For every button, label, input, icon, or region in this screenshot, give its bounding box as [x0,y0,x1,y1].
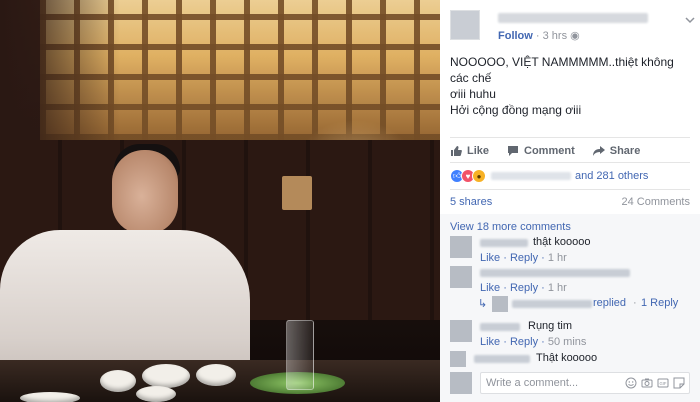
wall-switch [282,176,312,210]
avatar[interactable] [450,351,466,367]
reply-summary[interactable]: ↳ replied · 1 Reply [450,296,690,314]
camera-icon[interactable] [641,377,653,389]
post-photo[interactable] [0,0,440,402]
comment-like-link[interactable]: Like [480,252,500,264]
comment-button[interactable]: Comment [507,144,575,158]
comment-time[interactable]: 50 mins [548,336,587,348]
comment-icon [508,146,519,156]
dish [136,386,176,402]
replier-name-blurred[interactable] [512,300,592,308]
view-more-comments[interactable]: View 18 more comments [450,221,571,233]
comment-item: Rụng tim Like · Reply · 50 mins [450,320,690,350]
comments-section: View 18 more comments thật kooooo Like ·… [440,214,700,402]
commenter-name-blurred[interactable] [480,269,630,277]
comment-input[interactable]: Write a comment... GIF [480,372,690,394]
comment-item: thật kooooo Like · Reply · 1 hr [450,236,690,266]
share-button[interactable]: Share [592,144,641,158]
action-bar: Like Comment Share [450,144,690,158]
head [112,150,178,234]
replied-label[interactable]: replied [593,297,626,309]
comment-time[interactable]: 1 hr [548,252,567,264]
dish [142,364,190,388]
reactor-names-blurred[interactable] [491,172,571,180]
svg-text:GIF: GIF [660,381,667,386]
reaction-icons: 👍︎ ♥ ● [450,169,486,183]
reply-arrow-icon: ↳ [478,298,488,310]
post-text: NOOOOO, VIỆT NAMMMMM..thiệt không các ch… [450,54,690,118]
drinking-glass [286,320,314,390]
like-label: Like [467,145,490,157]
commenter-name-blurred[interactable] [480,239,528,247]
post-text-line: NOOOOO, VIỆT NAMMMMM..thiệt không các ch… [450,55,674,85]
reactions-summary[interactable]: 👍︎ ♥ ● and 281 others [450,168,690,184]
avatar[interactable] [450,236,472,258]
composer-icons: GIF [625,377,685,389]
share-arrow-icon [592,146,605,156]
post-time[interactable]: 3 hrs [543,30,567,42]
thumbs-up-icon [451,146,462,156]
share-label: Share [609,145,641,157]
comment-text: Thật kooooo [536,352,598,364]
comment-text: thật kooooo [533,236,591,248]
comment-composer: Write a comment... GIF [450,372,690,394]
divider [450,137,690,138]
comment-reply-link[interactable]: Reply [510,282,538,294]
divider [450,189,690,190]
avatar [450,372,472,394]
sticker-icon[interactable] [673,377,685,389]
comment-placeholder: Write a comment... [486,377,579,389]
post-meta: Follow · 3 hrs ◉ [498,29,580,42]
dot-separator: · [535,30,543,42]
author-avatar[interactable] [450,10,480,40]
reply-count[interactable]: 1 Reply [641,297,678,309]
avatar [492,296,508,312]
dish [20,392,80,402]
emoji-icon[interactable] [625,377,637,389]
reaction-others[interactable]: and 281 others [575,170,648,182]
divider [450,162,690,163]
comment-like-link[interactable]: Like [480,336,500,348]
shares-count[interactable]: 5 shares [450,196,492,208]
wow-icon: ● [472,169,486,183]
comment-meta: Like · Reply · 50 mins [480,336,587,348]
author-name-blurred[interactable] [498,13,648,23]
globe-icon: ◉ [570,30,580,42]
comment-like-link[interactable]: Like [480,282,500,294]
gif-icon[interactable]: GIF [657,377,669,389]
post-text-line: ơiii huhu [450,87,496,101]
comment-reply-link[interactable]: Reply [510,336,538,348]
comments-count[interactable]: 24 Comments [622,196,690,208]
avatar[interactable] [450,320,472,342]
commenter-name-blurred[interactable] [480,323,520,331]
comment-text: Rụng tim [528,320,573,332]
comment-item: Like · Reply · 1 hr [450,266,690,296]
comment-time[interactable]: 1 hr [548,282,567,294]
post-text-line: Hởi cộng đồng mạng ơiii [450,103,582,117]
dish [196,364,236,386]
like-button[interactable]: Like [450,144,489,158]
post-stats: 5 shares 24 Comments [450,196,690,208]
separator: · [633,297,637,309]
comment-meta: Like · Reply · 1 hr [480,252,567,264]
follow-link[interactable]: Follow [498,30,533,42]
comment-reply-link[interactable]: Reply [510,252,538,264]
comment-meta: Like · Reply · 1 hr [480,282,567,294]
avatar[interactable] [450,266,472,288]
comment-item: Thật kooooo [450,351,690,369]
dish [100,370,136,392]
commenter-name-blurred[interactable] [474,355,530,363]
chevron-down-icon[interactable] [684,14,696,26]
ceiling-shadow [0,0,120,140]
comment-label: Comment [524,145,575,157]
